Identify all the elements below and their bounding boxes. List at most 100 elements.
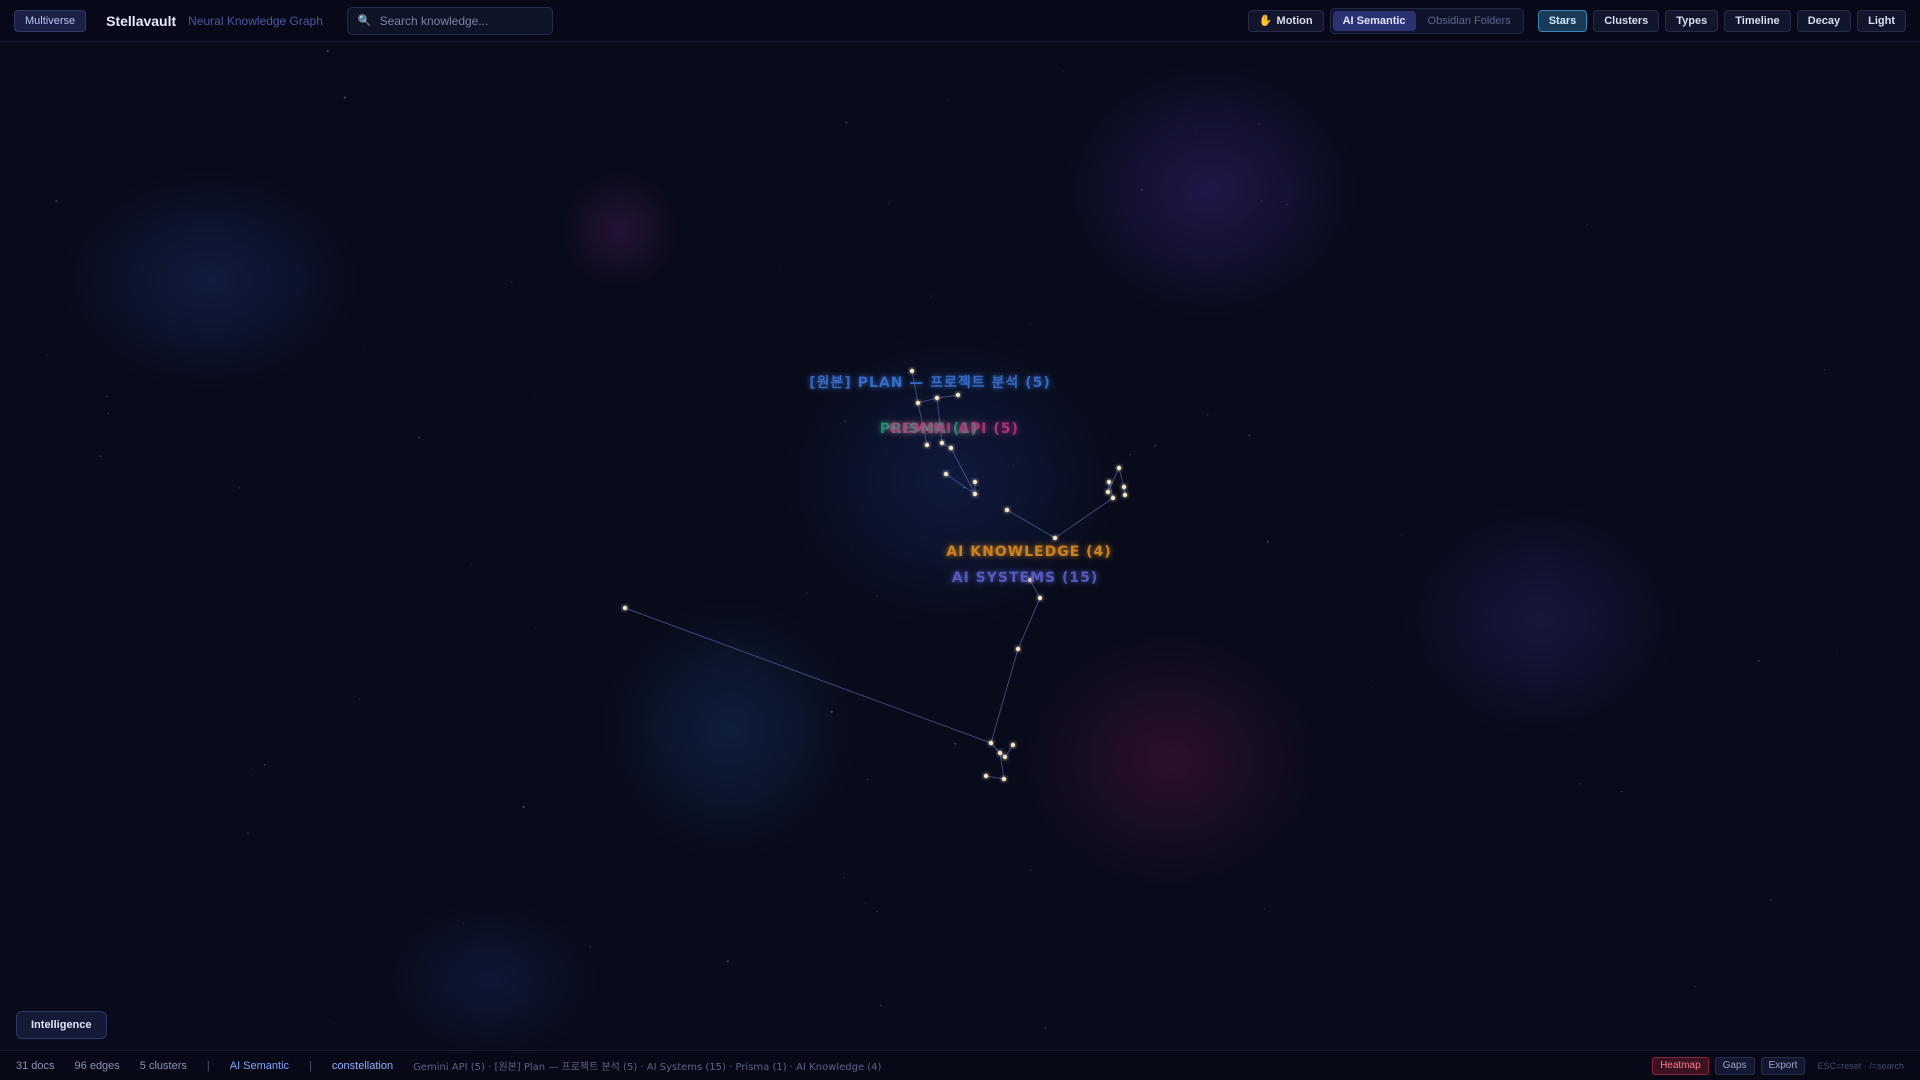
- view-clusters-button[interactable]: Clusters: [1593, 9, 1660, 32]
- cluster-label-plan[interactable]: [원본] PLAN — 프로젝트 분석 (5): [809, 374, 1050, 391]
- doc-count: 31 docs: [16, 1059, 55, 1072]
- background-star: [516, 994, 518, 996]
- document-star-node[interactable]: [983, 773, 989, 779]
- document-star-node[interactable]: [1001, 776, 1007, 782]
- document-star-node[interactable]: [948, 445, 954, 451]
- document-star-node[interactable]: [1002, 754, 1008, 760]
- background-star: [1266, 540, 1269, 543]
- background-star: [1129, 454, 1131, 456]
- background-star: [805, 591, 808, 594]
- background-star: [1044, 1027, 1047, 1029]
- background-star: [1708, 610, 1710, 612]
- export-button[interactable]: Export: [1760, 1056, 1806, 1075]
- search-icon: 🔍: [357, 15, 372, 27]
- document-star-node[interactable]: [1122, 492, 1128, 498]
- document-star-node[interactable]: [915, 400, 921, 406]
- background-star: [9, 529, 12, 532]
- tab-ai-semantic[interactable]: AI Semantic: [1332, 10, 1416, 31]
- view-stars-button[interactable]: Stars: [1537, 9, 1588, 32]
- view-decay-button[interactable]: Decay: [1796, 9, 1852, 32]
- app-root: [원본] PLAN — 프로젝트 분석 (5) PRISMA (1) GEMIN…: [0, 0, 1920, 1080]
- document-star-node[interactable]: [924, 442, 930, 448]
- background-star: [156, 919, 157, 921]
- document-star-node[interactable]: [1105, 489, 1111, 495]
- background-star: [246, 832, 249, 835]
- document-star-node[interactable]: [1015, 646, 1021, 652]
- document-star-node[interactable]: [934, 395, 940, 401]
- background-star: [330, 84, 331, 86]
- background-star: [238, 486, 241, 489]
- cluster-label-ai-systems[interactable]: AI SYSTEMS (15): [952, 570, 1099, 586]
- background-star: [1066, 609, 1068, 610]
- background-star: [510, 281, 513, 284]
- background-star: [534, 396, 536, 398]
- background-star: [1013, 464, 1014, 466]
- status-separator: |: [309, 1059, 312, 1072]
- background-star: [1621, 790, 1623, 793]
- search-input[interactable]: [379, 13, 540, 28]
- app-brand: Stellavault: [106, 12, 177, 29]
- document-star-node[interactable]: [955, 392, 961, 398]
- constellation-edge: [1017, 597, 1041, 650]
- gaps-button[interactable]: Gaps: [1714, 1056, 1755, 1075]
- background-star: [1258, 123, 1260, 125]
- search-box[interactable]: 🔍: [346, 6, 553, 35]
- document-star-node[interactable]: [909, 368, 915, 374]
- document-star-node[interactable]: [988, 740, 994, 746]
- constellation-edge: [917, 397, 938, 404]
- document-star-node[interactable]: [1037, 595, 1043, 601]
- constellation-edge: [936, 394, 959, 399]
- background-star: [522, 805, 525, 809]
- background-star: [1586, 223, 1589, 226]
- status-actions: Heatmap Gaps Export ESC=reset · /=search: [1652, 1056, 1904, 1075]
- background-star: [879, 1004, 883, 1007]
- background-star: [778, 268, 780, 270]
- document-star-node[interactable]: [939, 440, 945, 446]
- knowledge-graph-canvas[interactable]: [원본] PLAN — 프로젝트 분석 (5) PRISMA (1) GEMIN…: [0, 0, 1920, 1080]
- document-star-node[interactable]: [1004, 507, 1010, 513]
- document-star-node[interactable]: [1052, 535, 1058, 541]
- document-star-node[interactable]: [1110, 495, 1116, 501]
- hand-icon: ✋: [1258, 15, 1273, 27]
- view-timeline-button[interactable]: Timeline: [1724, 9, 1791, 32]
- status-bar: 31 docs 96 edges 5 clusters | AI Semanti…: [0, 1050, 1920, 1080]
- constellation-edge: [1118, 467, 1125, 488]
- background-star: [326, 49, 329, 52]
- view-types-button[interactable]: Types: [1665, 9, 1719, 32]
- motion-toggle-button[interactable]: ✋ Motion: [1247, 9, 1324, 32]
- heatmap-button[interactable]: Heatmap: [1652, 1056, 1709, 1075]
- background-star: [917, 458, 919, 459]
- app-tagline: Neural Knowledge Graph: [188, 13, 323, 28]
- cluster-label-ai-knowledge[interactable]: AI KNOWLEDGE (4): [946, 544, 1111, 560]
- document-star-node[interactable]: [1116, 465, 1122, 471]
- background-star: [1556, 655, 1559, 657]
- document-star-node[interactable]: [1121, 484, 1127, 490]
- background-star: [954, 742, 957, 745]
- background-star: [875, 594, 878, 597]
- intelligence-button[interactable]: Intelligence: [16, 1011, 107, 1039]
- background-star: [888, 202, 890, 204]
- document-star-node[interactable]: [972, 479, 978, 485]
- background-star: [462, 922, 465, 925]
- document-star-node[interactable]: [1106, 479, 1112, 485]
- background-star: [867, 778, 869, 781]
- background-star: [1824, 369, 1826, 371]
- background-star: [851, 548, 853, 550]
- document-star-node[interactable]: [997, 750, 1003, 756]
- document-star-node[interactable]: [972, 491, 978, 497]
- constellation-edge: [945, 473, 976, 495]
- document-star-node[interactable]: [622, 605, 628, 611]
- tab-obsidian-folders[interactable]: Obsidian Folders: [1418, 11, 1521, 31]
- background-star: [1168, 428, 1170, 429]
- document-star-node[interactable]: [1010, 742, 1016, 748]
- light-theme-button[interactable]: Light: [1857, 9, 1906, 32]
- edge-count: 96 edges: [74, 1059, 120, 1072]
- status-separator: |: [206, 1059, 210, 1072]
- background-star: [1140, 188, 1143, 191]
- multiverse-button[interactable]: Multiverse: [14, 9, 87, 32]
- background-star: [1534, 455, 1536, 457]
- cluster-label-gemini-api[interactable]: GEMINI API (5): [889, 421, 1019, 437]
- background-star: [45, 353, 48, 356]
- document-star-node[interactable]: [943, 471, 949, 477]
- cluster-summary: Gemini API (5) · [원본] Plan — 프로젝트 분석 (5)…: [413, 1062, 882, 1073]
